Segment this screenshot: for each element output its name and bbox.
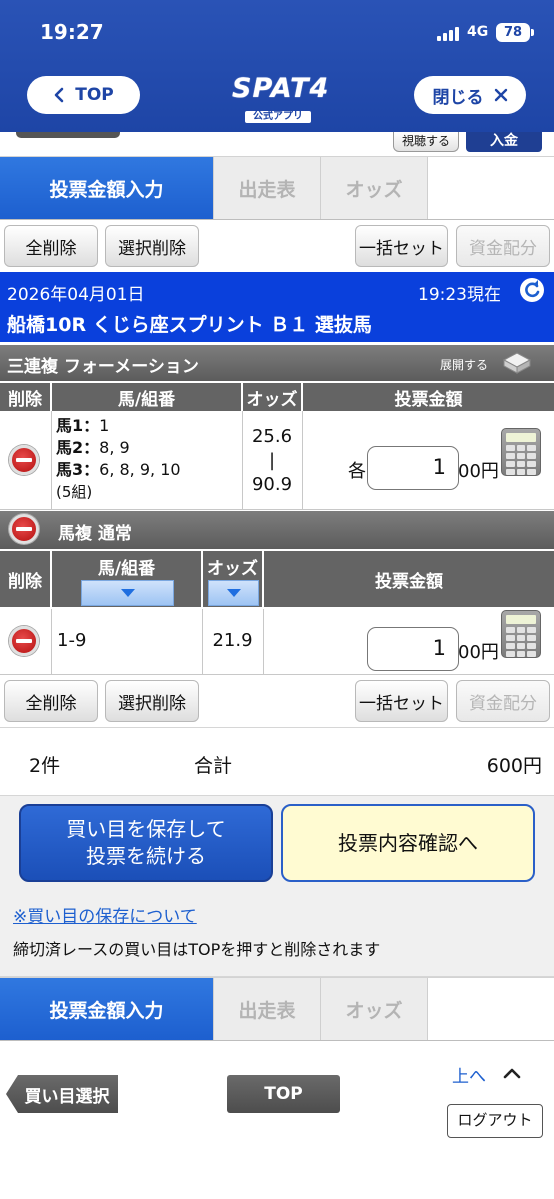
calculator-icon[interactable] xyxy=(501,610,541,658)
bet1-odds-high: 90.9 xyxy=(251,474,293,495)
combo-sort-button[interactable] xyxy=(81,580,174,606)
delete-all-button[interactable]: 全削除 xyxy=(4,225,98,267)
summary-total: 600円 xyxy=(486,755,542,777)
fund-allocate-button-bottom[interactable]: 資金配分 xyxy=(456,680,550,722)
bet1-odds: 25.6 | 90.9 xyxy=(243,425,301,497)
scrolled-button-edge xyxy=(16,132,120,138)
scroll-up-link[interactable]: 上へ xyxy=(452,1062,486,1087)
bet1-combo: 馬1：1 馬2：8, 9 馬3：6, 8, 9, 10 (5組) xyxy=(56,415,181,503)
tab-spacer-bottom xyxy=(427,978,554,1040)
calculator-icon[interactable] xyxy=(501,428,541,476)
bet1-each-label: 各 xyxy=(348,461,366,482)
race-as-of: 19:23現在 xyxy=(418,285,501,305)
logout-button[interactable]: ログアウト xyxy=(447,1104,543,1138)
close-button[interactable]: 閉じる xyxy=(414,76,526,114)
chevron-up-icon[interactable] xyxy=(502,1066,522,1080)
expand-icon[interactable] xyxy=(502,350,532,376)
logo-subtext: 公式アプリ xyxy=(245,111,311,123)
combo-count: (5組) xyxy=(56,483,93,501)
bet2-header-amount: 投票金額 xyxy=(264,551,554,607)
status-time: 19:27 xyxy=(40,20,104,44)
delete-all-button-bottom[interactable]: 全削除 xyxy=(4,680,98,722)
app-header: 19:27 4G 78 TOP SPAT4 公式アプリ 閉じる xyxy=(0,0,554,132)
save-and-continue-button[interactable]: 買い目を保存して 投票を続ける xyxy=(19,804,273,882)
tab-race-card[interactable]: 出走表 xyxy=(213,157,320,219)
back-to-selection-button[interactable]: 買い目選択 xyxy=(6,1075,118,1113)
save-button-line1: 買い目を保存して xyxy=(66,817,226,841)
bulk-set-button-bottom[interactable]: 一括セット xyxy=(355,680,448,722)
tab-bar-top: 投票金額入力 出走表 オッズ xyxy=(0,156,554,220)
combo-value-horse1: 1 xyxy=(99,416,110,435)
battery-icon: 78 xyxy=(496,23,530,42)
close-icon xyxy=(494,88,507,102)
bet1-unit: 00円 xyxy=(458,461,499,482)
top-button[interactable]: TOP xyxy=(27,76,140,114)
bet2-header-delete: 削除 xyxy=(0,551,50,607)
tab-bar-bottom: 投票金額入力 出走表 オッズ xyxy=(0,977,554,1041)
deposit-button[interactable]: 入金 xyxy=(466,132,542,152)
bet1-header-delete: 削除 xyxy=(0,383,50,411)
bet1-delete-button[interactable] xyxy=(9,445,39,475)
spat4-logo: SPAT4 公式アプリ xyxy=(232,73,330,123)
race-title: 船橋10R くじら座スプリント Ｂ１ 選抜馬 xyxy=(7,314,372,336)
footer-top-button[interactable]: TOP xyxy=(227,1075,340,1113)
bet1-expand-label[interactable]: 展開する xyxy=(440,356,488,373)
save-button-line2: 投票を続ける xyxy=(86,844,206,868)
bet1-header-combo: 馬/組番 xyxy=(52,383,241,411)
bet1-odds-sep: | xyxy=(268,450,276,471)
deadline-info-text: 締切済レースの買い目はTOPを押すと削除されます xyxy=(13,940,381,959)
save-info-link[interactable]: ※買い目の保存について xyxy=(13,902,197,927)
combo-label-horse1: 馬1： xyxy=(56,416,100,435)
tab-bet-amount[interactable]: 投票金額入力 xyxy=(0,157,213,219)
odds-sort-button[interactable] xyxy=(208,580,259,606)
tab-odds[interactable]: オッズ xyxy=(320,157,427,219)
bet1-header-odds: オッズ xyxy=(243,383,301,411)
race-date: 2026年04月01日 xyxy=(7,285,145,305)
delete-selected-button-bottom[interactable]: 選択削除 xyxy=(105,680,199,722)
tab-bet-amount-bottom[interactable]: 投票金額入力 xyxy=(0,978,213,1040)
fund-allocate-button[interactable]: 資金配分 xyxy=(456,225,550,267)
tab-spacer xyxy=(427,157,554,219)
bet2-type: 馬複 通常 xyxy=(58,524,132,544)
summary-total-label: 合計 xyxy=(194,755,233,777)
bet2-amount-input[interactable]: 1 xyxy=(367,627,459,671)
chevron-left-icon xyxy=(54,87,64,103)
bet1-amount-input[interactable]: 1 xyxy=(367,446,459,490)
close-button-label: 閉じる xyxy=(432,87,484,108)
battery-tip xyxy=(531,29,534,36)
tab-race-card-bottom[interactable]: 出走表 xyxy=(213,978,320,1040)
combo-value-horse2: 8, 9 xyxy=(99,438,130,457)
combo-label-horse3: 馬3： xyxy=(56,460,100,479)
tab-odds-bottom[interactable]: オッズ xyxy=(320,978,427,1040)
bet1-odds-low: 25.6 xyxy=(251,426,293,447)
bulk-set-button[interactable]: 一括セット xyxy=(355,225,448,267)
network-label: 4G xyxy=(467,24,489,40)
bet2-section-header: 馬複 通常 xyxy=(0,511,554,549)
bet2-combo: 1-9 xyxy=(57,630,87,651)
top-button-label: TOP xyxy=(75,85,114,105)
bet2-odds: 21.9 xyxy=(212,630,253,651)
bet1-header-amount: 投票金額 xyxy=(303,383,554,411)
delete-selected-button[interactable]: 選択削除 xyxy=(105,225,199,267)
confirm-button[interactable]: 投票内容確認へ xyxy=(281,804,535,882)
listen-button[interactable]: 視聴する xyxy=(393,132,459,152)
summary-count: 2件 xyxy=(29,755,61,777)
bet2-section-delete-button[interactable] xyxy=(9,514,39,544)
bet1-type: 三連複 フォーメーション xyxy=(7,357,199,377)
logo-text: SPAT4 xyxy=(232,73,330,104)
race-header: 2026年04月01日 19:23現在 船橋10R くじら座スプリント Ｂ１ 選… xyxy=(0,272,554,342)
bet1-section-header: 三連複 フォーメーション 展開する xyxy=(0,345,554,381)
combo-value-horse3: 6, 8, 9, 10 xyxy=(99,460,181,479)
refresh-icon[interactable] xyxy=(520,278,544,302)
signal-icon xyxy=(437,27,459,41)
bet2-delete-button[interactable] xyxy=(9,626,39,656)
bet2-unit: 00円 xyxy=(458,642,499,663)
combo-label-horse2: 馬2： xyxy=(56,438,100,457)
